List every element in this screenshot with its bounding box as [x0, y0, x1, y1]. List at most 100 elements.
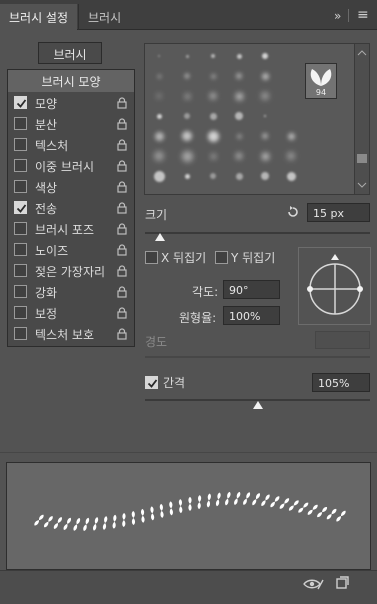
spacing-checkbox[interactable]	[145, 376, 158, 389]
brush-option-item[interactable]: 텍스처 보호	[8, 324, 134, 345]
brush-tip-thumbnail[interactable]	[264, 115, 266, 117]
brush-tip-thumbnail[interactable]	[261, 72, 269, 80]
lock-icon[interactable]	[117, 160, 127, 172]
brush-tip-thumbnail[interactable]	[235, 92, 243, 100]
lock-icon[interactable]	[117, 328, 127, 340]
toggle-preview-icon[interactable]	[302, 577, 324, 591]
option-checkbox[interactable]	[14, 243, 27, 256]
flip-y-checkbox[interactable]	[215, 251, 228, 264]
brush-tip-thumbnail[interactable]	[154, 151, 164, 161]
brush-option-item[interactable]: 색상	[8, 177, 134, 198]
brush-tip-thumbnail[interactable]	[210, 173, 216, 179]
brush-tip-thumbnail[interactable]	[153, 170, 165, 182]
brush-tip-thumbnail[interactable]	[184, 173, 190, 179]
brush-tip-thumbnail[interactable]	[184, 113, 190, 119]
brush-tip-thumbnail[interactable]	[157, 94, 161, 98]
scroll-down-icon[interactable]	[355, 180, 369, 190]
brush-option-item[interactable]: 젖은 가장자리	[8, 261, 134, 282]
brush-option-item[interactable]: 모양	[8, 93, 134, 114]
brush-option-item[interactable]: 보정	[8, 303, 134, 324]
selected-brush-tip[interactable]: 94	[305, 63, 337, 99]
roundness-input[interactable]: 100%	[223, 306, 280, 325]
scroll-thumb[interactable]	[357, 154, 367, 163]
brush-option-item[interactable]: 노이즈	[8, 240, 134, 261]
lock-icon[interactable]	[117, 223, 127, 235]
option-checkbox[interactable]	[14, 138, 27, 151]
collapse-icon[interactable]: »	[334, 9, 341, 23]
flip-x-checkbox[interactable]	[145, 251, 158, 264]
brush-tip-thumbnail[interactable]	[181, 150, 193, 162]
brush-tip-thumbnail[interactable]	[261, 152, 269, 160]
option-checkbox[interactable]	[14, 222, 27, 235]
brush-tip-thumbnail[interactable]	[210, 73, 216, 79]
brush-tip-thumbnail[interactable]	[157, 74, 161, 78]
brush-tip-thumbnail[interactable]	[182, 131, 192, 141]
brush-option-item[interactable]: 강화	[8, 282, 134, 303]
lock-icon[interactable]	[117, 265, 127, 277]
brush-option-item[interactable]: 텍스처	[8, 135, 134, 156]
option-checkbox[interactable]	[14, 117, 27, 130]
lock-icon[interactable]	[117, 118, 127, 130]
brush-option-item[interactable]: 브러시 포즈	[8, 219, 134, 240]
panel-menu-icon[interactable]: ≡	[357, 7, 369, 23]
option-checkbox[interactable]	[14, 264, 27, 277]
spacing-input[interactable]: 105%	[312, 373, 370, 392]
tab-brush-settings[interactable]: 브러시 설정	[0, 4, 78, 30]
option-checkbox[interactable]	[14, 96, 27, 109]
brush-tip-thumbnail[interactable]	[287, 152, 295, 160]
lock-icon[interactable]	[117, 244, 127, 256]
brush-tip-thumbnail[interactable]	[236, 133, 242, 139]
lock-icon[interactable]	[117, 139, 127, 151]
new-brush-icon[interactable]	[335, 576, 349, 590]
option-checkbox[interactable]	[14, 159, 27, 172]
lock-icon[interactable]	[117, 97, 127, 109]
brush-tip-thumbnail[interactable]	[287, 132, 295, 140]
option-checkbox[interactable]	[14, 327, 27, 340]
angle-input[interactable]: 90°	[223, 280, 280, 299]
angle-roundness-widget[interactable]	[298, 247, 371, 325]
reset-size-icon[interactable]	[286, 205, 300, 219]
brush-tip-thumbnail[interactable]	[210, 93, 216, 99]
brush-tip-thumbnail[interactable]	[210, 153, 216, 159]
size-slider-thumb[interactable]	[154, 232, 166, 242]
option-checkbox[interactable]	[14, 180, 27, 193]
brush-option-item[interactable]: 분산	[8, 114, 134, 135]
option-checkbox[interactable]	[14, 201, 27, 214]
brush-tip-thumbnail[interactable]	[211, 54, 215, 58]
grid-scrollbar[interactable]	[354, 44, 369, 194]
option-checkbox[interactable]	[14, 306, 27, 319]
brush-tip-grid[interactable]: 94	[144, 43, 370, 195]
option-checkbox[interactable]	[14, 285, 27, 298]
brush-tip-shape-item[interactable]: 브러시 모양	[8, 70, 134, 92]
brush-tip-thumbnail[interactable]	[236, 73, 242, 79]
brush-tip-thumbnail[interactable]	[158, 55, 160, 57]
brush-tip-thumbnail[interactable]	[236, 53, 242, 59]
brush-tip-thumbnail[interactable]	[156, 113, 162, 119]
brush-tip-thumbnail[interactable]	[261, 92, 269, 100]
tab-brushes[interactable]: 브러시	[78, 4, 130, 30]
size-slider[interactable]	[145, 232, 370, 234]
brush-tip-thumbnail[interactable]	[209, 112, 217, 120]
brush-tip-thumbnail[interactable]	[185, 74, 189, 78]
brush-option-item[interactable]: 전송	[8, 198, 134, 219]
brush-tip-thumbnail[interactable]	[184, 93, 190, 99]
brushes-button[interactable]: 브러시	[38, 42, 102, 64]
brush-tip-thumbnail[interactable]	[185, 54, 189, 58]
brush-tip-thumbnail[interactable]	[154, 131, 164, 141]
brush-tip-thumbnail[interactable]	[262, 133, 268, 139]
brush-tip-thumbnail[interactable]	[235, 112, 243, 120]
brush-tip-thumbnail[interactable]	[207, 130, 219, 142]
lock-icon[interactable]	[117, 202, 127, 214]
lock-icon[interactable]	[117, 307, 127, 319]
brush-option-item[interactable]: 이중 브러시	[8, 156, 134, 177]
spacing-slider-thumb[interactable]	[252, 400, 264, 410]
scroll-up-icon[interactable]	[355, 48, 369, 58]
lock-icon[interactable]	[117, 181, 127, 193]
angle-roundness-circle[interactable]	[299, 248, 370, 324]
brush-tip-thumbnail[interactable]	[236, 153, 242, 159]
brush-tip-thumbnail[interactable]	[235, 172, 243, 180]
size-input[interactable]: 15 px	[307, 203, 370, 222]
brush-tip-thumbnail[interactable]	[286, 171, 296, 181]
brush-tip-thumbnail[interactable]	[262, 53, 268, 59]
lock-icon[interactable]	[117, 286, 127, 298]
